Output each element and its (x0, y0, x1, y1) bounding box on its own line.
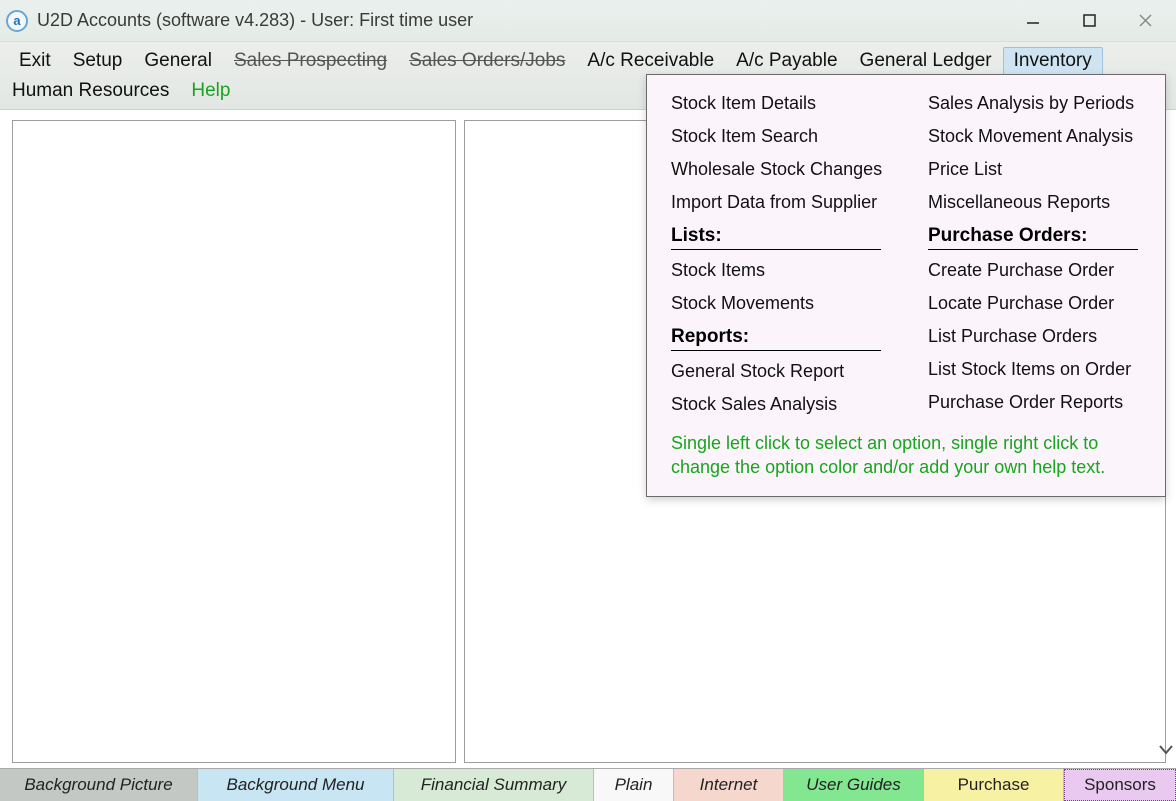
dd-wholesale-stock-changes[interactable]: Wholesale Stock Changes (671, 153, 888, 186)
tab-plain[interactable]: Plain (594, 769, 674, 801)
bottom-tab-bar: Background Picture Background Menu Finan… (0, 768, 1176, 800)
dd-price-list[interactable]: Price List (928, 153, 1145, 186)
dd-general-stock-report[interactable]: General Stock Report (671, 355, 888, 388)
dd-list-stock-on-order[interactable]: List Stock Items on Order (928, 353, 1145, 386)
dd-stock-movement-analysis[interactable]: Stock Movement Analysis (928, 120, 1145, 153)
dd-stock-sales-analysis[interactable]: Stock Sales Analysis (671, 388, 888, 421)
dd-misc-reports[interactable]: Miscellaneous Reports (928, 186, 1145, 219)
dd-purchase-orders-header: Purchase Orders: (928, 225, 1138, 250)
dd-lists-header: Lists: (671, 225, 881, 250)
menu-human-resources[interactable]: Human Resources (8, 77, 180, 105)
window-title: U2D Accounts (software v4.283) - User: F… (37, 10, 1018, 31)
dd-locate-po[interactable]: Locate Purchase Order (928, 287, 1145, 320)
dd-stock-movements[interactable]: Stock Movements (671, 287, 888, 320)
dropdown-column-1: Stock Item Details Stock Item Search Who… (671, 87, 888, 421)
close-button[interactable] (1130, 11, 1160, 31)
menu-ac-payable[interactable]: A/c Payable (725, 47, 848, 75)
menu-ac-receivable[interactable]: A/c Receivable (576, 47, 725, 75)
tab-purchase[interactable]: Purchase (924, 769, 1064, 801)
tab-internet[interactable]: Internet (674, 769, 784, 801)
dd-sales-analysis-periods[interactable]: Sales Analysis by Periods (928, 87, 1145, 120)
titlebar: a U2D Accounts (software v4.283) - User:… (0, 0, 1176, 42)
menu-sales-orders[interactable]: Sales Orders/Jobs (398, 47, 576, 75)
maximize-button[interactable] (1074, 11, 1104, 31)
tab-background-picture[interactable]: Background Picture (0, 769, 198, 801)
window-controls (1018, 11, 1160, 31)
left-panel (12, 120, 456, 763)
dd-stock-item-details[interactable]: Stock Item Details (671, 87, 888, 120)
dd-po-reports[interactable]: Purchase Order Reports (928, 386, 1145, 419)
dd-stock-items[interactable]: Stock Items (671, 254, 888, 287)
minimize-button[interactable] (1018, 11, 1048, 31)
dd-reports-header: Reports: (671, 326, 881, 351)
menu-exit[interactable]: Exit (8, 47, 62, 75)
tab-financial-summary[interactable]: Financial Summary (394, 769, 594, 801)
menu-setup[interactable]: Setup (62, 47, 134, 75)
tab-user-guides[interactable]: User Guides (784, 769, 924, 801)
menu-sales-prospecting[interactable]: Sales Prospecting (223, 47, 398, 75)
tab-sponsors[interactable]: Sponsors (1064, 769, 1176, 801)
menu-help[interactable]: Help (180, 77, 241, 105)
dd-stock-item-search[interactable]: Stock Item Search (671, 120, 888, 153)
menu-inventory[interactable]: Inventory (1003, 47, 1103, 75)
scroll-down-button[interactable] (1156, 735, 1176, 763)
menu-general[interactable]: General (133, 47, 223, 75)
dd-list-po[interactable]: List Purchase Orders (928, 320, 1145, 353)
app-icon: a (6, 10, 28, 32)
dd-import-data-supplier[interactable]: Import Data from Supplier (671, 186, 888, 219)
dropdown-column-2: Sales Analysis by Periods Stock Movement… (928, 87, 1145, 421)
tab-background-menu[interactable]: Background Menu (198, 769, 394, 801)
dropdown-hint-text: Single left click to select an option, s… (671, 431, 1145, 480)
inventory-dropdown: Stock Item Details Stock Item Search Who… (646, 74, 1166, 497)
dd-create-po[interactable]: Create Purchase Order (928, 254, 1145, 287)
menu-general-ledger[interactable]: General Ledger (849, 47, 1003, 75)
